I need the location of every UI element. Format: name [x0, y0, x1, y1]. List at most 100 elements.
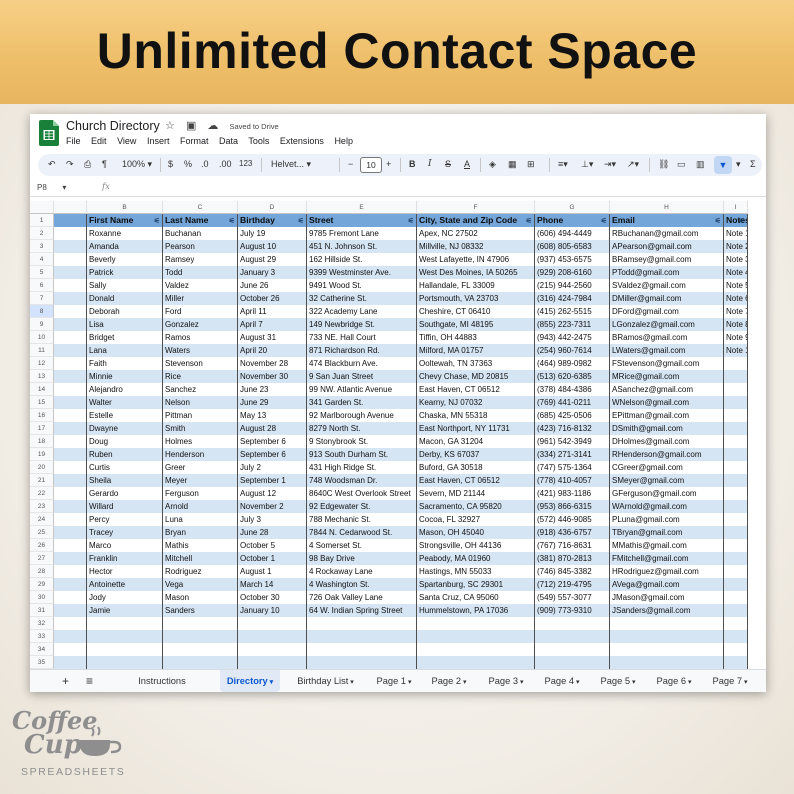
header-cell[interactable]: Street ⚟: [307, 214, 417, 227]
cell[interactable]: August 29: [238, 253, 307, 266]
cell[interactable]: [417, 617, 535, 630]
cell[interactable]: [54, 461, 87, 474]
row-number[interactable]: 1: [30, 214, 54, 227]
header-cell[interactable]: Birthday ⚟: [238, 214, 307, 227]
cell[interactable]: [610, 643, 724, 656]
cell[interactable]: Hallandale, FL 33009: [417, 279, 535, 292]
row-number[interactable]: 34: [30, 643, 54, 656]
cell[interactable]: Strongsville, OH 44136: [417, 539, 535, 552]
sheet-tab[interactable]: Instructions: [112, 670, 212, 692]
increase-decimal-button[interactable]: .00: [219, 159, 232, 169]
cell[interactable]: [54, 344, 87, 357]
cell[interactable]: [724, 422, 748, 435]
document-title[interactable]: Church Directory: [66, 119, 160, 133]
sheet-tab[interactable]: Birthday List ▾: [288, 670, 363, 692]
undo-icon[interactable]: ↶: [48, 159, 56, 170]
currency-button[interactable]: $: [168, 159, 173, 169]
row-number[interactable]: 9: [30, 318, 54, 331]
cell[interactable]: (909) 773-9310: [535, 604, 610, 617]
cell[interactable]: 4 Washington St.: [307, 578, 417, 591]
cell[interactable]: [724, 591, 748, 604]
cell[interactable]: [724, 617, 748, 630]
cell[interactable]: January 10: [238, 604, 307, 617]
cell[interactable]: (381) 870-2813: [535, 552, 610, 565]
row-number[interactable]: 19: [30, 448, 54, 461]
cell[interactable]: Holmes: [163, 435, 238, 448]
cell[interactable]: MRice@gmail.com: [610, 370, 724, 383]
cell[interactable]: Patrick: [87, 266, 163, 279]
cell[interactable]: [54, 253, 87, 266]
sheet-tab[interactable]: Page 1 ▾: [370, 670, 418, 692]
sheet-tab[interactable]: Directory ▾: [220, 670, 280, 692]
row-number[interactable]: 11: [30, 344, 54, 357]
filter-dropdown-icon[interactable]: ⚟: [229, 215, 235, 227]
cell[interactable]: May 13: [238, 409, 307, 422]
cell[interactable]: [163, 656, 238, 669]
cell[interactable]: Waters: [163, 344, 238, 357]
cell[interactable]: Rodriguez: [163, 565, 238, 578]
cell[interactable]: [54, 604, 87, 617]
cell[interactable]: 474 Blackburn Ave.: [307, 357, 417, 370]
column-header[interactable]: C: [163, 201, 238, 214]
menu-tools[interactable]: Tools: [248, 136, 269, 146]
cell[interactable]: 726 Oak Valley Lane: [307, 591, 417, 604]
sheet-tab[interactable]: Page 8: [762, 670, 766, 692]
cell[interactable]: TBryan@gmail.com: [610, 526, 724, 539]
cell[interactable]: July 3: [238, 513, 307, 526]
cell[interactable]: November 30: [238, 370, 307, 383]
cell[interactable]: 32 Catherine St.: [307, 292, 417, 305]
cell[interactable]: Spartanburg, SC 29301: [417, 578, 535, 591]
cell[interactable]: Note 5: [724, 279, 748, 292]
cell[interactable]: [724, 448, 748, 461]
cell[interactable]: [54, 383, 87, 396]
chevron-down-icon[interactable]: ▾: [630, 679, 636, 686]
cell[interactable]: Santa Cruz, CA 95060: [417, 591, 535, 604]
cell[interactable]: [54, 578, 87, 591]
cell[interactable]: Ruben: [87, 448, 163, 461]
cell[interactable]: September 6: [238, 448, 307, 461]
cell[interactable]: [724, 487, 748, 500]
row-number[interactable]: 35: [30, 656, 54, 669]
cell[interactable]: Smith: [163, 422, 238, 435]
cell[interactable]: [535, 656, 610, 669]
cell[interactable]: [610, 617, 724, 630]
cell[interactable]: [610, 656, 724, 669]
cell[interactable]: [724, 474, 748, 487]
row-number[interactable]: 22: [30, 487, 54, 500]
cell[interactable]: (513) 620-6385: [535, 370, 610, 383]
cell[interactable]: Buford, GA 30518: [417, 461, 535, 474]
sheet-tab[interactable]: Page 2 ▾: [425, 670, 473, 692]
cell[interactable]: APearson@gmail.com: [610, 240, 724, 253]
chevron-down-icon[interactable]: ▾: [268, 679, 274, 686]
cell[interactable]: [54, 305, 87, 318]
cell[interactable]: Portsmouth, VA 23703: [417, 292, 535, 305]
cell[interactable]: [724, 409, 748, 422]
cell[interactable]: June 23: [238, 383, 307, 396]
cell[interactable]: Todd: [163, 266, 238, 279]
text-color-button[interactable]: A: [464, 159, 470, 169]
cell[interactable]: [417, 630, 535, 643]
star-icon[interactable]: ☆: [165, 120, 175, 132]
cell[interactable]: Macon, GA 31204: [417, 435, 535, 448]
number-format-button[interactable]: 123: [239, 159, 252, 168]
cell[interactable]: [54, 240, 87, 253]
cell[interactable]: Donald: [87, 292, 163, 305]
cell[interactable]: LWaters@gmail.com: [610, 344, 724, 357]
print-icon[interactable]: ⎙: [84, 159, 91, 170]
chevron-down-icon[interactable]: ▾: [742, 679, 748, 686]
cell[interactable]: [54, 643, 87, 656]
cell[interactable]: August 10: [238, 240, 307, 253]
cell[interactable]: 788 Mechanic St.: [307, 513, 417, 526]
cell[interactable]: [724, 370, 748, 383]
paint-format-icon[interactable]: ¶: [102, 159, 107, 169]
cell[interactable]: Ramsey: [163, 253, 238, 266]
cell[interactable]: Hastings, MN 55033: [417, 565, 535, 578]
cell[interactable]: 7844 N. Cedarwood St.: [307, 526, 417, 539]
row-number[interactable]: 32: [30, 617, 54, 630]
filter-dropdown-icon[interactable]: ⚟: [408, 215, 414, 227]
cell[interactable]: Sanchez: [163, 383, 238, 396]
cell[interactable]: [535, 643, 610, 656]
cell[interactable]: FMitchell@gmail.com: [610, 552, 724, 565]
cell[interactable]: [54, 227, 87, 240]
cell[interactable]: (423) 716-8132: [535, 422, 610, 435]
